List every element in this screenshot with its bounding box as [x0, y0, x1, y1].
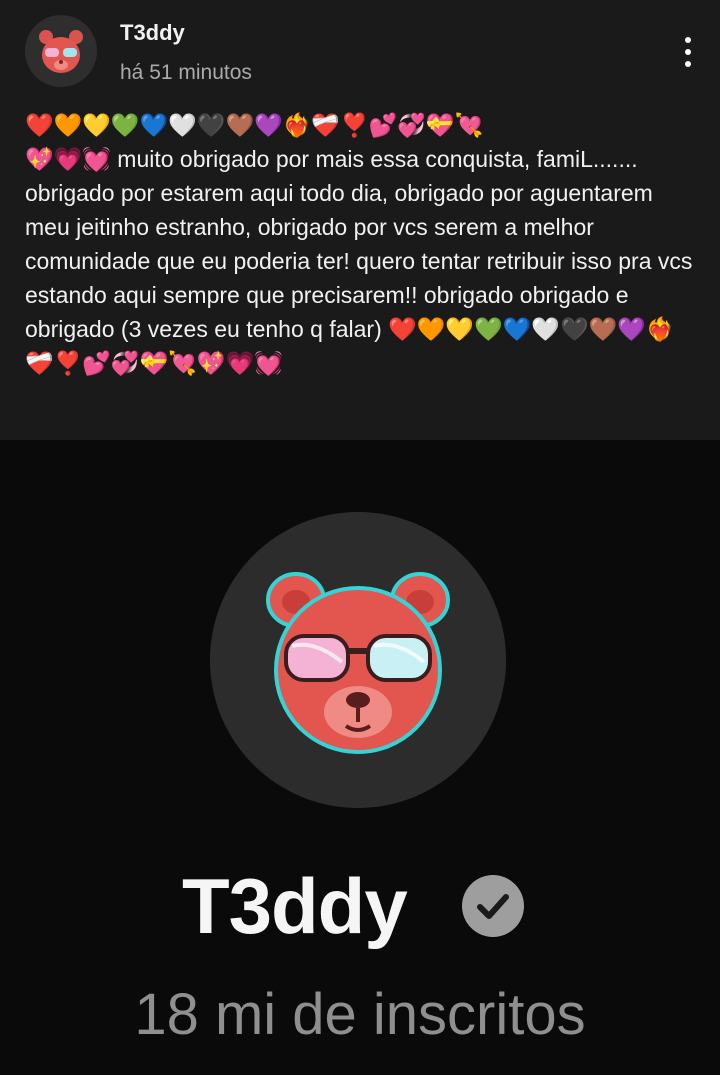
channel-name[interactable]: T3ddy — [120, 20, 185, 46]
more-vertical-icon-dot — [685, 61, 691, 67]
bear-with-sunglasses-icon — [210, 512, 506, 808]
post-timestamp: há 51 minutos — [120, 61, 252, 84]
verified-check-icon — [462, 875, 524, 937]
image-channel-name: T3ddy — [182, 862, 408, 950]
more-vertical-icon-dot — [685, 49, 691, 55]
post-text: ❤️🧡💛💚💙🤍🖤🤎💜❤️‍🔥❤️‍🩹❣️💕💞💝💘 💖💗💓 muito obrig… — [25, 112, 693, 376]
more-vertical-icon — [685, 37, 691, 43]
bear-with-sunglasses-icon — [25, 15, 97, 87]
channel-profile-picture — [210, 512, 506, 808]
subscriber-count: 18 mi de inscritos — [134, 982, 586, 1047]
community-post: T3ddy há 51 minutos ❤️🧡💛💚💙🤍🖤🤎💜❤️‍🔥❤️‍🩹❣️… — [0, 0, 720, 440]
more-options-button[interactable] — [670, 30, 706, 74]
channel-avatar[interactable] — [25, 15, 97, 87]
